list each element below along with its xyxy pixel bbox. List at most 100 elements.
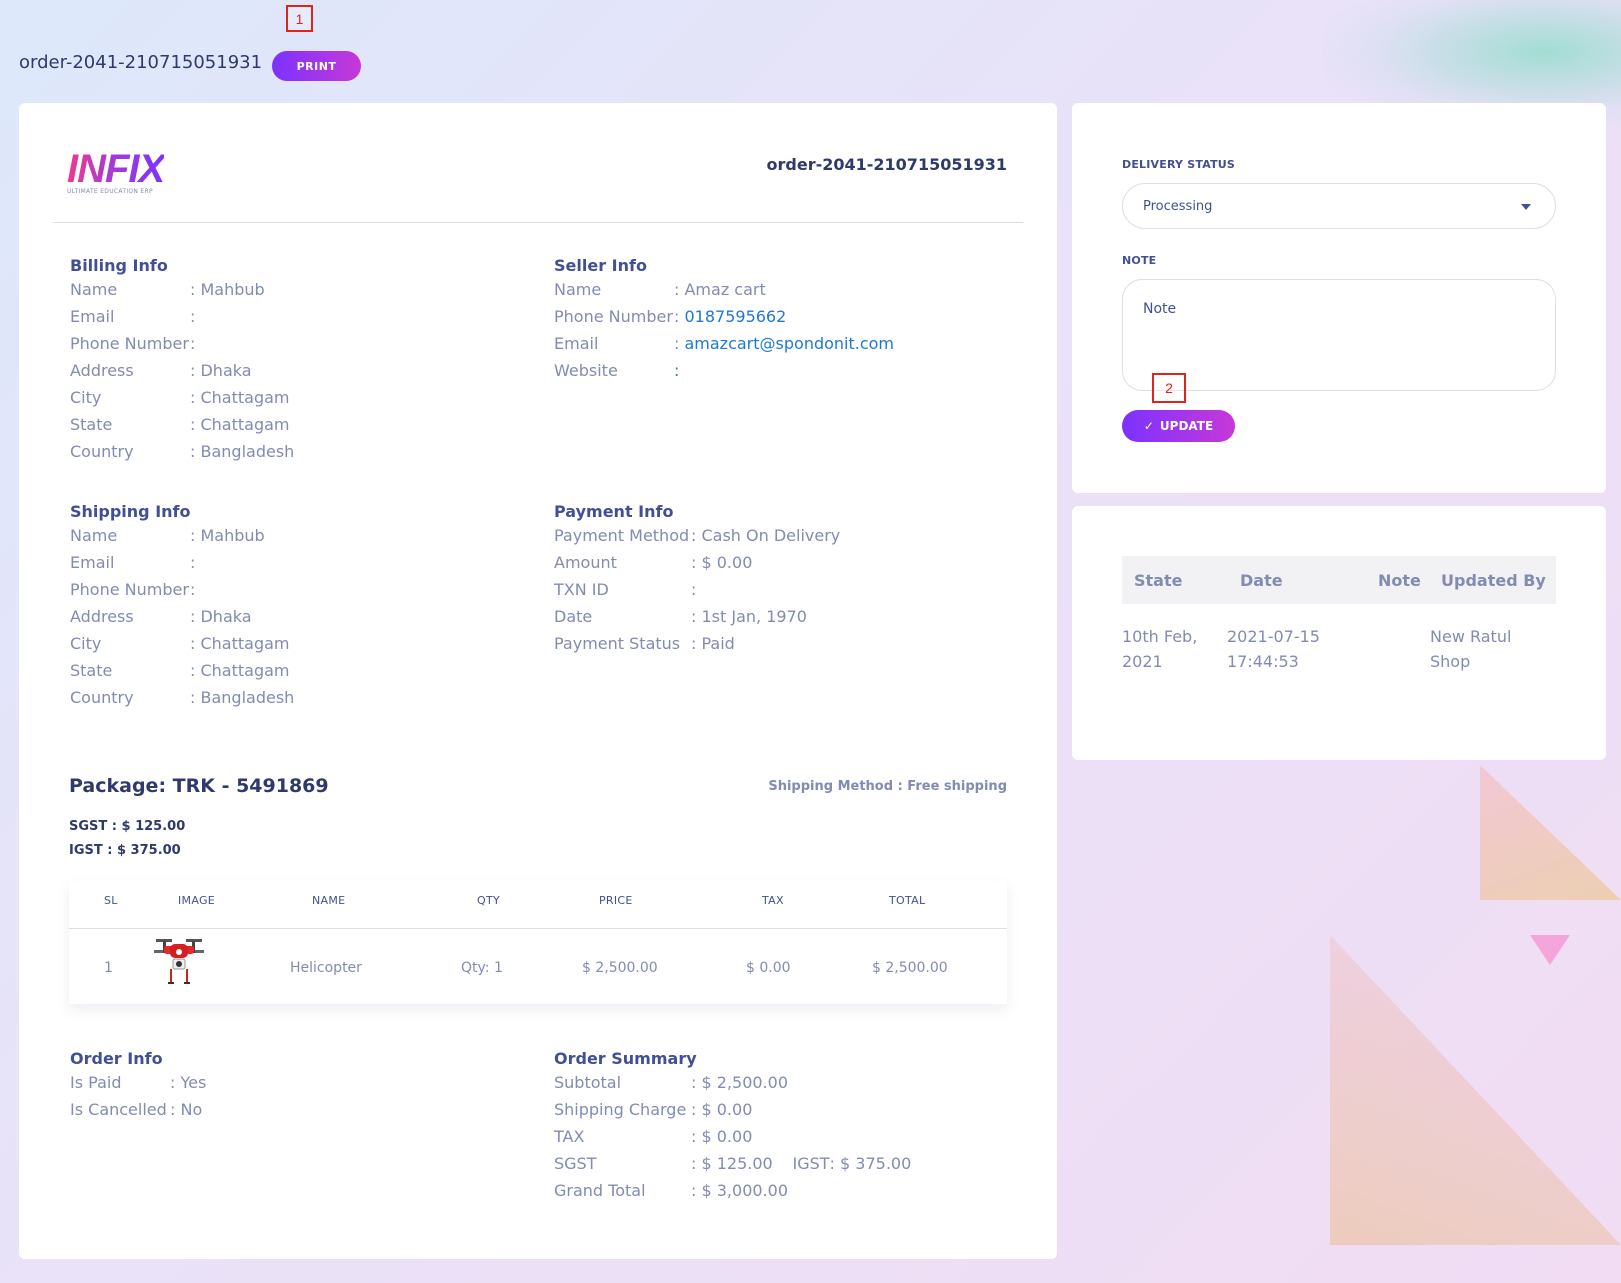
row-key: SGST xyxy=(554,1154,597,1173)
colon: : xyxy=(190,307,201,326)
colon: : xyxy=(691,1127,702,1146)
section-title: Order Info xyxy=(70,1049,163,1068)
billing-info: Billing Info Name: Mahbub Email: Phone Nu… xyxy=(70,256,294,469)
cell-qty: Qty: 1 xyxy=(461,960,503,976)
update-label: UPDATE xyxy=(1159,419,1214,433)
seller-name-row: Name: Amaz cart xyxy=(554,280,894,307)
history-table-header: State Date Note Updated By xyxy=(1122,556,1556,604)
row-key: Is Paid xyxy=(70,1073,122,1092)
invoice-card: INFIX ULTIMATE EDUCATION ERP order-2041-… xyxy=(19,103,1057,1259)
background-shape xyxy=(1480,765,1621,900)
row-key: State xyxy=(70,415,113,434)
background-shape xyxy=(1330,935,1621,1245)
cell-price: $ 2,500.00 xyxy=(582,960,658,976)
colon: : xyxy=(190,661,201,680)
annotation-marker: 2 xyxy=(1152,373,1186,403)
history-header-note: Note xyxy=(1378,571,1421,590)
row-value: Chattagam xyxy=(200,388,290,407)
check-icon: ✓ xyxy=(1143,419,1154,433)
summary-row: Grand Total: $ 3,000.00 xyxy=(554,1181,911,1208)
colon: : xyxy=(691,607,702,626)
row-key: Email xyxy=(70,307,115,326)
row-key: Country xyxy=(70,442,134,461)
seller-phone-row: Phone Number: 0187595662 xyxy=(554,307,894,334)
colon: : xyxy=(691,1181,702,1200)
row-key: City xyxy=(70,634,102,653)
info-row: State: Chattagam xyxy=(70,661,294,688)
note-textarea[interactable]: Note xyxy=(1122,279,1556,391)
row-value: $ 3,000.00 xyxy=(701,1181,788,1200)
row-value: Mahbub xyxy=(200,280,265,299)
order-info: Order Info Is Paid: Yes Is Cancelled: No xyxy=(70,1049,206,1127)
row-value: $ 0.00 xyxy=(701,1127,753,1146)
chevron-down-icon xyxy=(1521,204,1531,210)
history-cell-date: 2021-07-15 17:44:53 xyxy=(1227,627,1320,671)
page-title: order-2041-210715051931 xyxy=(19,52,263,73)
row-key: Payment Method xyxy=(554,526,690,545)
order-info-rows: Is Paid: Yes Is Cancelled: No xyxy=(70,1073,206,1127)
section-title: Payment Info xyxy=(554,502,674,521)
phone-link[interactable]: 0187595662 xyxy=(684,307,786,326)
table-header-name: NAME xyxy=(312,894,346,907)
colon: : xyxy=(190,634,201,653)
shipping-rows: Name: Mahbub Email: Phone Number: Address… xyxy=(70,526,294,715)
divider xyxy=(53,222,1023,223)
delivery-status-select[interactable]: Processing xyxy=(1122,183,1556,229)
row-key: Shipping Charge xyxy=(554,1100,687,1119)
colon: : xyxy=(674,280,685,299)
colon: : xyxy=(190,388,201,407)
colon: : xyxy=(190,553,201,572)
annotation-marker: 1 xyxy=(286,5,313,32)
table-header-total: TOTAL xyxy=(889,894,926,907)
row-key: Is Cancelled xyxy=(70,1100,167,1119)
row-value: $ 125.00 xyxy=(701,1154,773,1173)
payment-rows: Payment Method: Cash On Delivery Amount: … xyxy=(554,526,840,661)
row-value: Dhaka xyxy=(200,607,252,626)
row-key: Name xyxy=(554,280,602,299)
colon: : xyxy=(691,580,702,599)
row-value: Cash On Delivery xyxy=(701,526,841,545)
seller-email-row: Email: amazcart@spondonit.com xyxy=(554,334,894,361)
sgst-line: SGST : $ 125.00 xyxy=(69,819,186,834)
info-row: Name: Mahbub xyxy=(70,280,294,307)
section-title: Seller Info xyxy=(554,256,647,275)
info-row: Phone Number: xyxy=(70,580,294,607)
row-value: Chattagam xyxy=(200,661,290,680)
cell-sl: 1 xyxy=(104,960,113,976)
info-row: Payment Method: Cash On Delivery xyxy=(554,526,840,553)
info-row: Email: xyxy=(70,307,294,334)
row-key: Phone Number xyxy=(70,334,189,353)
cell-total: $ 2,500.00 xyxy=(872,960,948,976)
delivery-status-card: DELIVERY STATUS Processing NOTE Note ✓ U… xyxy=(1072,103,1606,493)
update-button[interactable]: ✓ UPDATE xyxy=(1122,410,1235,442)
row-value: Dhaka xyxy=(200,361,252,380)
colon: : xyxy=(190,688,201,707)
info-row: Date: 1st Jan, 1970 xyxy=(554,607,840,634)
info-row: City: Chattagam xyxy=(70,634,294,661)
history-header-date: Date xyxy=(1240,571,1283,590)
info-row: Payment Status: Paid xyxy=(554,634,840,661)
payment-info: Payment Info Payment Method: Cash On Del… xyxy=(554,502,840,661)
delivery-status-value: Processing xyxy=(1143,198,1213,214)
row-key: Amount xyxy=(554,553,617,572)
colon: : xyxy=(674,334,685,353)
row-key: Grand Total xyxy=(554,1181,646,1200)
email-link[interactable]: amazcart@spondonit.com xyxy=(684,334,894,353)
row-value: $ 0.00 xyxy=(701,1100,753,1119)
table-header-sl: SL xyxy=(104,894,118,907)
section-title: Shipping Info xyxy=(70,502,191,521)
row-key: TXN ID xyxy=(554,580,609,599)
row-key: Website xyxy=(554,361,618,380)
table-header-price: PRICE xyxy=(599,894,633,907)
colon: : xyxy=(190,607,201,626)
history-header-state: State xyxy=(1134,571,1183,590)
info-row: TXN ID: xyxy=(554,580,840,607)
print-button[interactable]: PRINT xyxy=(272,51,361,81)
info-row: Is Paid: Yes xyxy=(70,1073,206,1100)
row-value: Bangladesh xyxy=(200,688,295,707)
table-header-image: IMAGE xyxy=(178,894,216,907)
colon: : xyxy=(190,442,201,461)
row-key: TAX xyxy=(554,1127,585,1146)
row-key: Subtotal xyxy=(554,1073,622,1092)
logo-text: INFIX xyxy=(67,147,165,191)
